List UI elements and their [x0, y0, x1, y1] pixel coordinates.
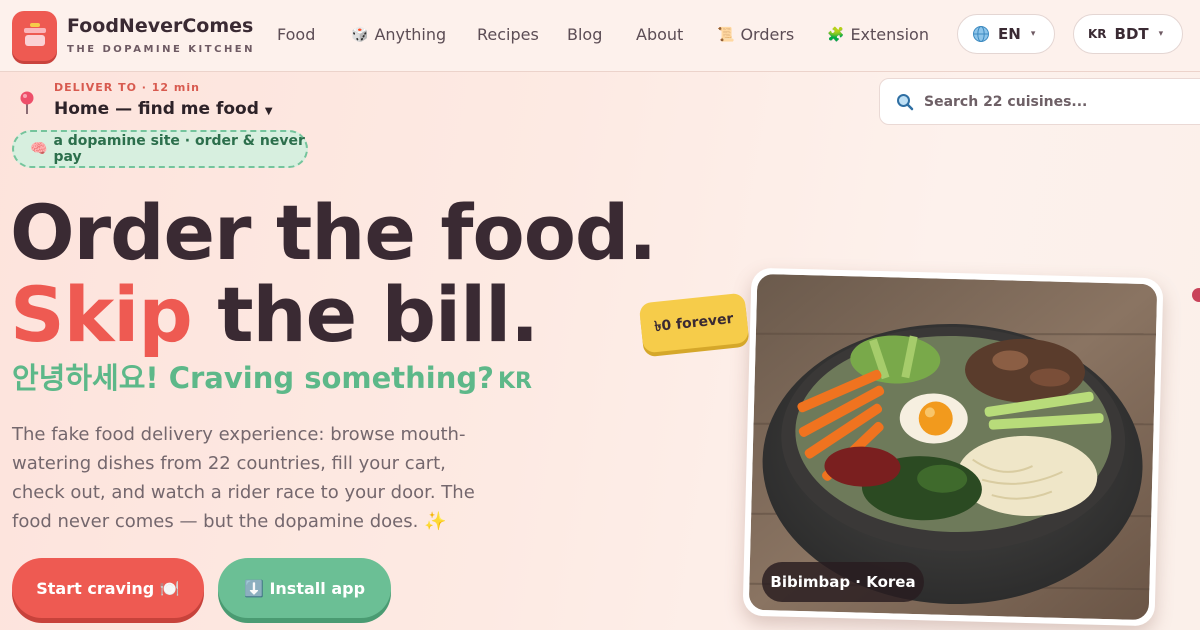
- deliver-to-label: DELIVER TO · 12 min: [54, 81, 200, 94]
- start-craving-button[interactable]: Start craving 🍽️: [12, 558, 204, 618]
- nav-food-label[interactable]: Food: [277, 25, 315, 44]
- nav-orders-label[interactable]: Orders: [740, 25, 794, 44]
- hero-greeting: 안녕하세요! Craving something? KR: [12, 355, 532, 397]
- chevron-down-icon: ▾: [1158, 29, 1164, 39]
- search-bar[interactable]: [879, 78, 1200, 125]
- country-code: KR: [1088, 27, 1107, 41]
- dopamine-badge: 🧠 a dopamine site · order & never pay: [12, 130, 308, 168]
- hero-description: The fake food delivery experience: brows…: [12, 424, 475, 532]
- greeting-country: KR: [497, 369, 532, 394]
- search-input[interactable]: [924, 93, 1184, 110]
- language-selector[interactable]: EN ▾: [957, 14, 1055, 54]
- nav-food[interactable]: Food: [277, 25, 315, 44]
- currency-selector[interactable]: KR BDT ▾: [1073, 14, 1183, 54]
- nav-about-label[interactable]: About: [636, 25, 683, 44]
- badge-text: a dopamine site · order & never pay: [53, 133, 305, 165]
- puzzle-icon: 🧩: [827, 26, 845, 43]
- nav-recipes[interactable]: Recipes: [477, 25, 539, 44]
- language-value: EN: [998, 25, 1021, 43]
- hero-headline-line1: Order the food.: [10, 188, 657, 277]
- hero-line2-rest: the bill.: [191, 270, 539, 359]
- brand-logo[interactable]: [12, 11, 57, 61]
- nav-extension[interactable]: 🧩 Extension: [827, 25, 929, 44]
- chevron-down-icon: ▾: [1030, 29, 1036, 39]
- pin-icon: [18, 90, 36, 120]
- decorative-dot: [1192, 288, 1200, 302]
- currency-value: BDT: [1114, 25, 1149, 43]
- install-app-button[interactable]: ⬇️ Install app: [218, 558, 391, 618]
- nav-blog-label[interactable]: Blog: [567, 25, 602, 44]
- nav-anything-label[interactable]: Anything: [374, 25, 446, 44]
- featured-caption: Bibimbap · Korea: [762, 562, 924, 602]
- scroll-icon: 📜: [717, 26, 735, 43]
- delivery-address-selector[interactable]: Home — find me food ▼: [54, 99, 273, 119]
- nav-orders[interactable]: 📜 Orders: [717, 25, 794, 44]
- dice-icon: 🎲: [351, 26, 369, 43]
- hero-headline-line2: Skip the bill.: [10, 270, 539, 360]
- dessert-logo-icon: [24, 23, 46, 46]
- brand-tagline: THE DOPAMINE KITCHEN: [67, 44, 256, 55]
- search-icon: [897, 93, 914, 110]
- nav-about[interactable]: About: [636, 25, 683, 44]
- price-tag: ৳0 forever: [638, 292, 750, 354]
- nav-extension-label[interactable]: Extension: [850, 25, 929, 44]
- delivery-address[interactable]: Home — find me food: [54, 99, 259, 119]
- top-navbar: FoodNeverComes THE DOPAMINE KITCHEN Food…: [0, 0, 1200, 72]
- nav-recipes-label[interactable]: Recipes: [477, 25, 539, 44]
- brand-name[interactable]: FoodNeverComes: [67, 15, 253, 37]
- nav-blog[interactable]: Blog: [567, 25, 602, 44]
- caret-down-icon: ▼: [264, 106, 273, 117]
- hero-accent-word: Skip: [10, 270, 193, 359]
- globe-icon: [973, 26, 989, 42]
- nav-anything[interactable]: 🎲 Anything: [351, 25, 446, 44]
- brain-icon: 🧠: [30, 141, 48, 157]
- greeting-text: 안녕하세요! Craving something?: [12, 361, 494, 395]
